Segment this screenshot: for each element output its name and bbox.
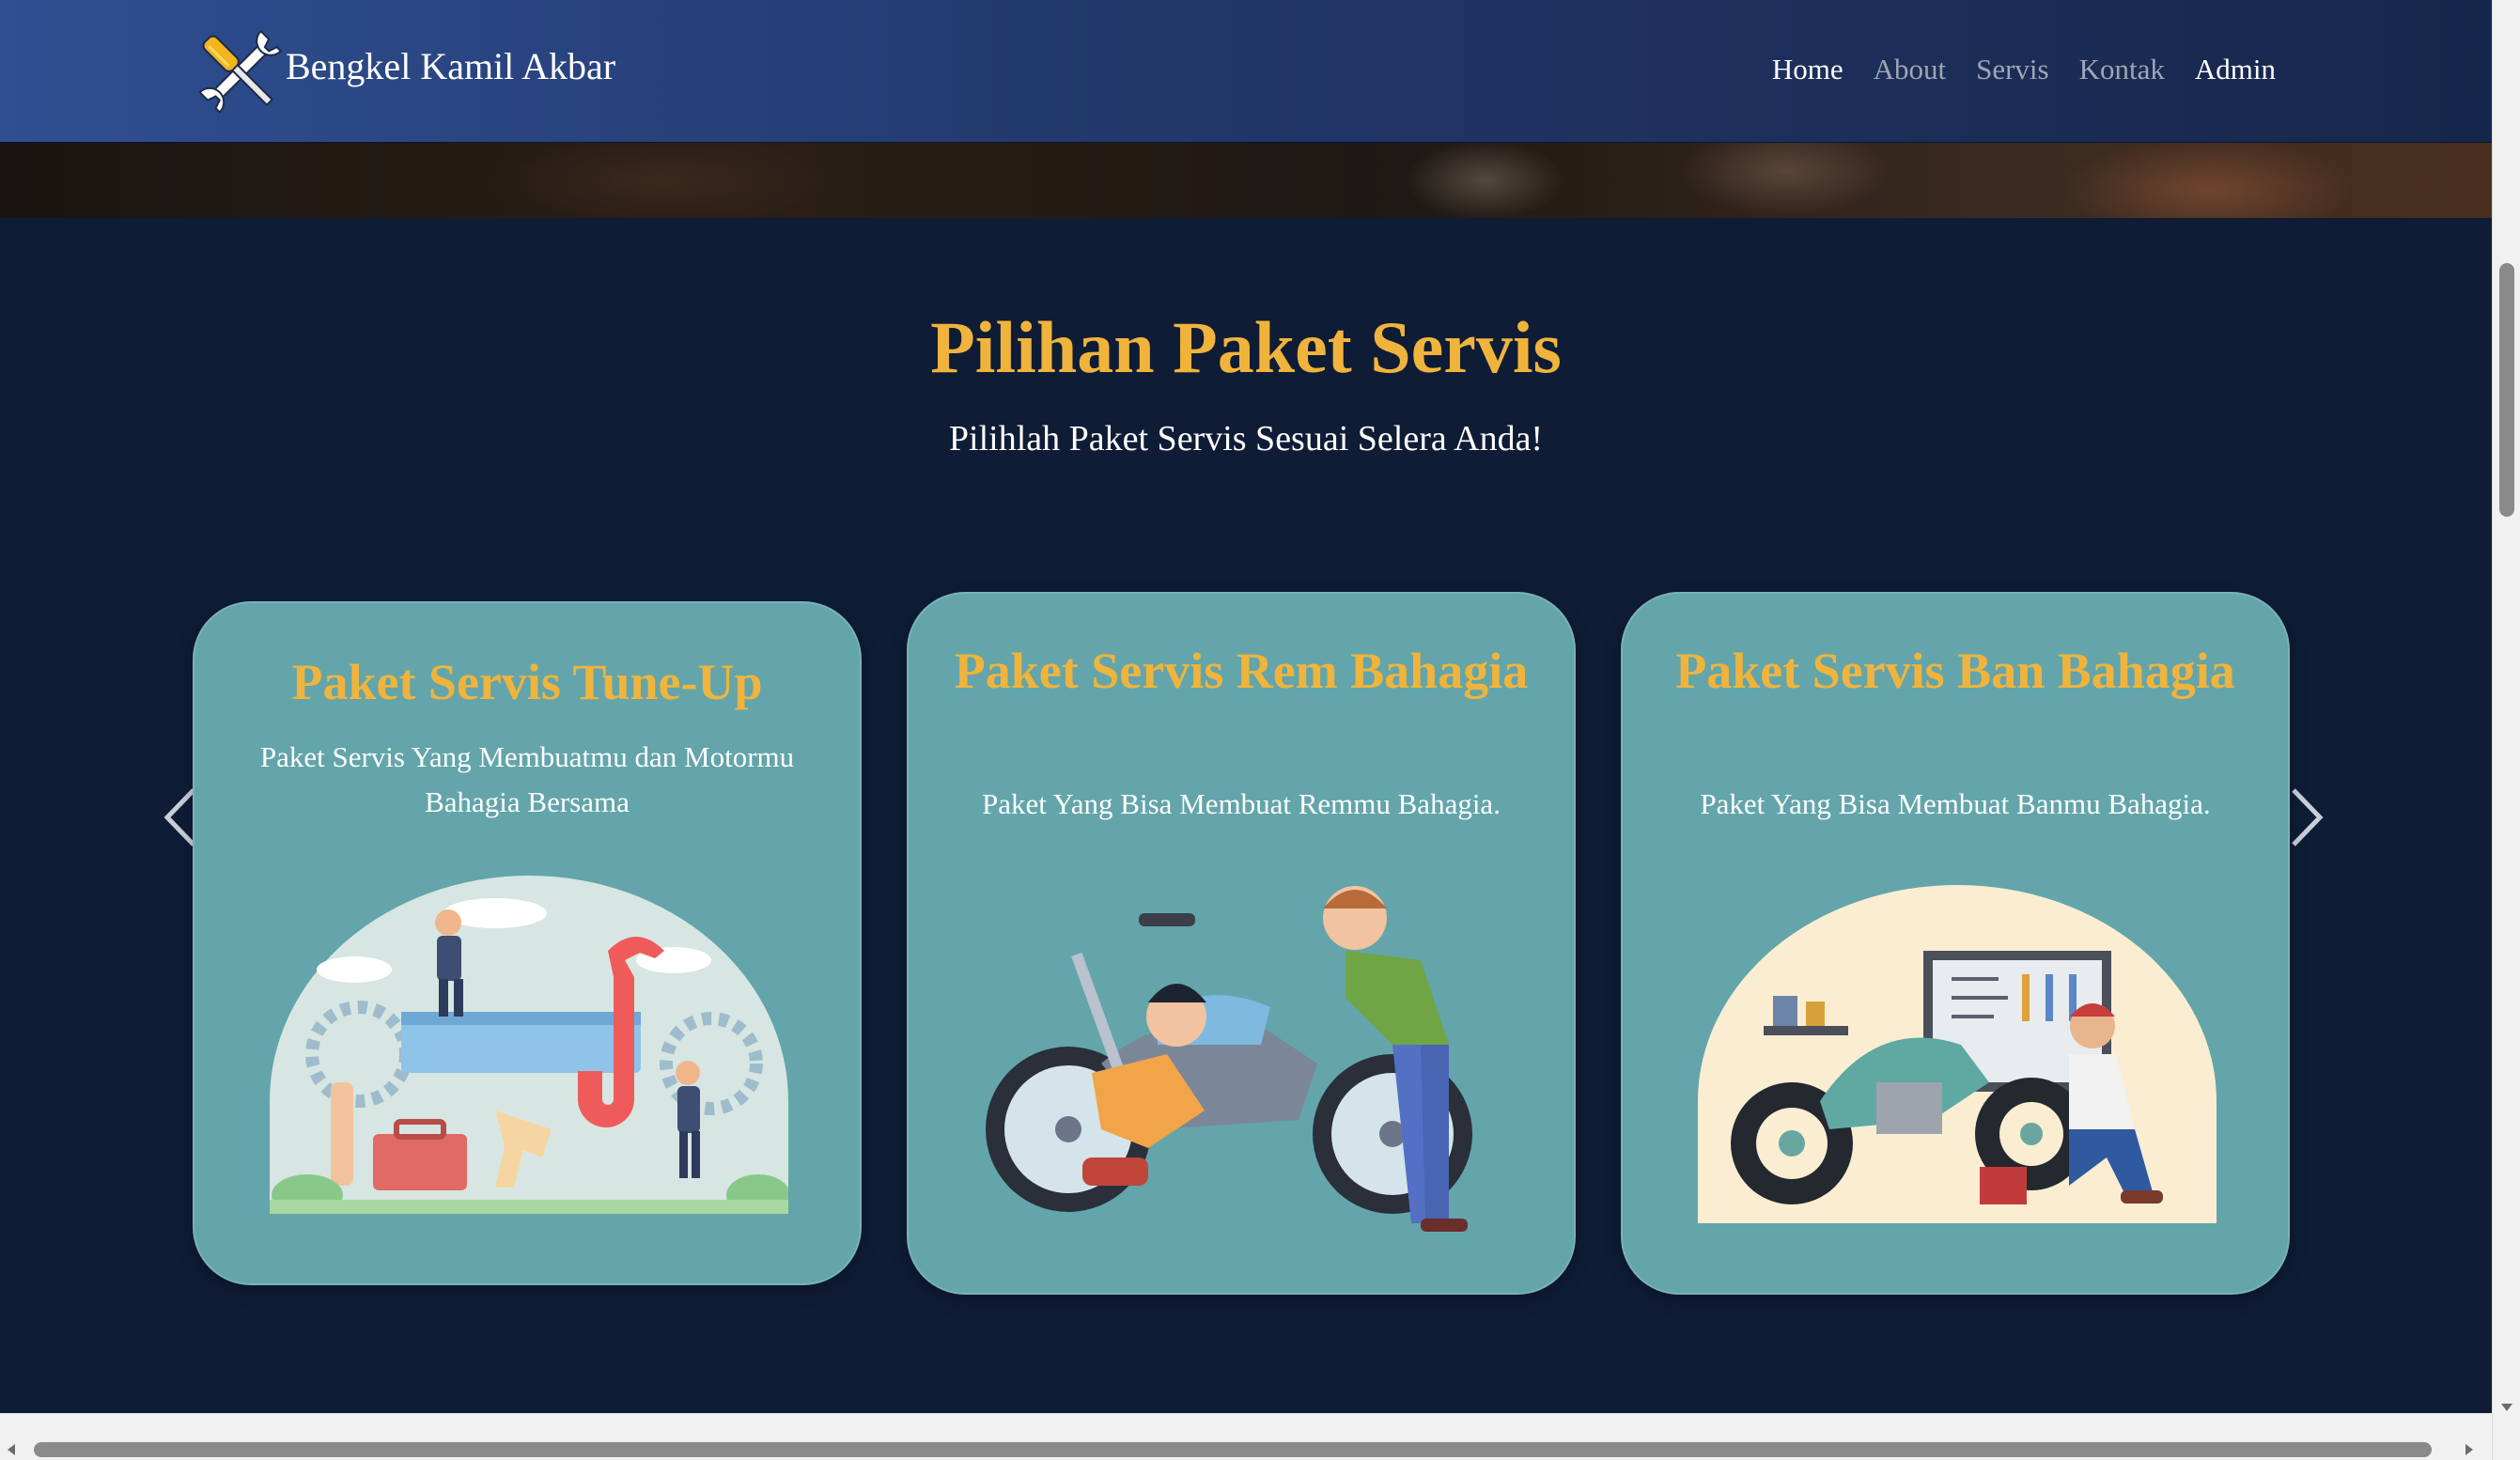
brand-link[interactable]: Bengkel Kamil Akbar (188, 21, 615, 124)
vertical-scrollbar-thumb[interactable] (2499, 263, 2514, 517)
section-title: Pilihan Paket Servis (930, 306, 1562, 388)
horizontal-scrollbar[interactable] (0, 1413, 2492, 1460)
service-card-tune-up[interactable]: Paket Servis Tune-Up Paket Servis Yang M… (193, 601, 862, 1285)
section-subtitle: Pilihlah Paket Servis Sesuai Selera Anda… (948, 419, 1544, 458)
card-description: Paket Yang Bisa Membuat Banmu Bahagia. (1700, 787, 2211, 820)
chevron-right-icon (2292, 788, 2324, 846)
motorcycle-repair-illustration (986, 886, 1472, 1232)
navbar: Bengkel Kamil Akbar Home About Servis Ko… (0, 0, 2492, 143)
vertical-scrollbar[interactable] (2492, 0, 2520, 1460)
nav-home[interactable]: Home (1772, 53, 1843, 86)
nav-about[interactable]: About (1874, 53, 1947, 86)
nav-kontak[interactable]: Kontak (2079, 53, 2165, 86)
card-description: Paket Servis Yang Membuatmu dan Motormu … (259, 740, 795, 818)
nav-admin[interactable]: Admin (2195, 53, 2276, 86)
service-card-rem-bahagia[interactable]: Paket Servis Rem Bahagia Paket Yang Bisa… (907, 592, 1576, 1295)
hero-image-strip (0, 143, 2492, 218)
card-title: Paket Servis Tune-Up (291, 654, 763, 710)
nav-servis[interactable]: Servis (1976, 53, 2049, 86)
mechanics-tools-illustration (270, 876, 788, 1214)
scroll-right-arrow-icon[interactable] (2462, 1442, 2477, 1457)
brand-name: Bengkel Kamil Akbar (286, 44, 616, 87)
carousel-next-button[interactable] (2288, 784, 2326, 850)
tire-repair-illustration (1698, 885, 2217, 1223)
horizontal-scrollbar-thumb[interactable] (34, 1442, 2432, 1457)
card-description: Paket Yang Bisa Membuat Remmu Bahagia. (982, 787, 1501, 820)
service-card-ban-bahagia[interactable]: Paket Servis Ban Bahagia Paket Yang Bisa… (1621, 592, 2290, 1295)
card-title: Paket Servis Ban Bahagia (1675, 643, 2235, 699)
scroll-left-arrow-icon[interactable] (4, 1442, 19, 1457)
card-title: Paket Servis Rem Bahagia (954, 643, 1529, 699)
wrench-screwdriver-cross-icon (198, 29, 283, 114)
main-nav: Home About Servis Kontak Admin (1772, 53, 2276, 86)
scroll-down-arrow-icon[interactable] (2499, 1400, 2514, 1415)
